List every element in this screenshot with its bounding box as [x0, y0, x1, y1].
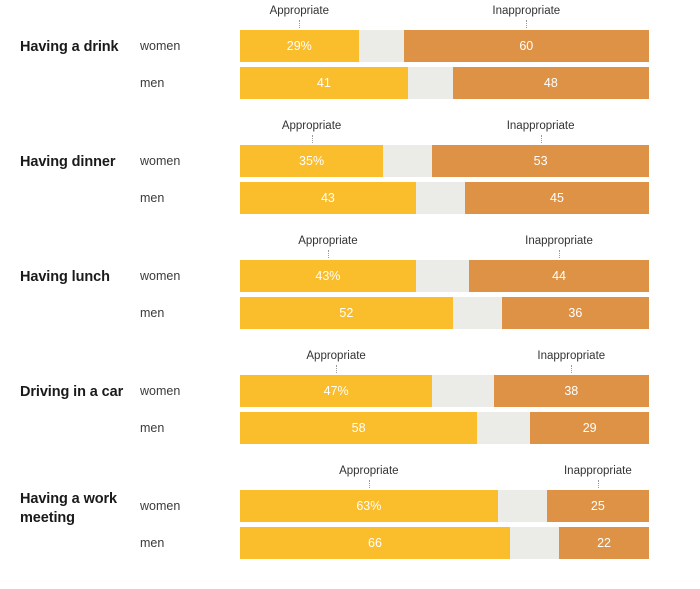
chart-row: women 47% 38 [0, 375, 700, 407]
bar-value-inappropriate: 53 [533, 154, 548, 168]
column-header-appropriate: Appropriate [298, 235, 358, 247]
bar-segment-appropriate: 29% [240, 30, 359, 62]
chart-row: women 63% 25 [0, 490, 700, 522]
series-label: women [140, 269, 181, 283]
bar-value-appropriate: 52 [339, 306, 354, 320]
column-header-appropriate: Appropriate [339, 465, 399, 477]
bar-track: 47% 38 [240, 375, 649, 407]
series-label: men [140, 306, 165, 320]
column-header-tick [526, 20, 528, 28]
chart-row: women 43% 44 [0, 260, 700, 292]
bar-value-inappropriate: 44 [552, 269, 566, 283]
bar-segment-inappropriate: 38 [493, 375, 649, 407]
bar-segment-inappropriate: 22 [559, 527, 649, 559]
bar-value-appropriate: 41 [316, 76, 331, 90]
column-header-tick [571, 365, 573, 373]
series-label: men [140, 421, 165, 435]
column-header-appropriate: Appropriate [306, 350, 366, 362]
bar-segment-inappropriate: 45 [464, 182, 649, 214]
bar-value-appropriate: 63% [356, 499, 382, 513]
column-header-appropriate: Appropriate [269, 5, 330, 17]
bar-segment-inappropriate: 53 [432, 145, 649, 177]
bar-segment-appropriate: 66 [240, 527, 510, 559]
bar-value-inappropriate: 48 [543, 76, 558, 90]
series-label: men [140, 536, 165, 550]
bar-value-inappropriate: 29 [582, 421, 597, 435]
series-label: men [140, 191, 165, 205]
bar-value-inappropriate: 22 [597, 536, 611, 550]
bar-value-inappropriate: 38 [564, 384, 579, 398]
column-header-inappropriate: Inappropriate [506, 120, 575, 132]
bar-track: 63% 25 [240, 490, 649, 522]
bar-value-inappropriate: 60 [519, 39, 534, 53]
bar-value-inappropriate: 25 [590, 499, 605, 513]
column-header-tick [299, 20, 301, 28]
bar-track: 43 45 [240, 182, 649, 214]
bar-segment-appropriate: 41 [240, 67, 408, 99]
column-header-tick [559, 250, 561, 258]
chart-row: men 66 22 [0, 527, 700, 559]
column-header-appropriate: Appropriate [281, 120, 342, 132]
column-header-inappropriate: Inappropriate [563, 465, 632, 477]
chart-group: Having a drink Appropriate Inappropriate wo… [0, 0, 700, 115]
bar-segment-appropriate: 43% [240, 260, 416, 292]
bar-segment-inappropriate: 44 [469, 260, 649, 292]
bar-segment-appropriate: 52 [240, 297, 453, 329]
column-header-tick [311, 135, 314, 143]
chart-group: Having dinner Appropriate Inappropriate wom… [0, 115, 700, 230]
bar-segment-inappropriate: 25 [546, 490, 649, 522]
bar-value-appropriate: 58 [351, 421, 366, 435]
bar-value-appropriate: 29% [286, 39, 312, 53]
column-header-tick [597, 480, 600, 488]
column-header-tick [540, 135, 543, 143]
column-header-tick [336, 365, 338, 373]
bar-segment-appropriate: 43 [240, 182, 416, 214]
series-label: women [140, 384, 181, 398]
chart-group: Having a work meeting Appropriate Inapprop… [0, 460, 700, 575]
bar-value-inappropriate: 45 [550, 191, 564, 205]
bar-track: 29% 60 [240, 30, 649, 62]
bar-segment-appropriate: 47% [240, 375, 433, 407]
bar-segment-appropriate: 58 [240, 412, 478, 444]
column-header-inappropriate: Inappropriate [537, 350, 606, 362]
chart-row: women 35% 53 [0, 145, 700, 177]
series-label: women [140, 39, 181, 53]
bar-track: 35% 53 [240, 145, 649, 177]
bar-value-inappropriate: 36 [568, 306, 583, 320]
column-header-inappropriate: Inappropriate [492, 5, 561, 17]
chart-row: men 43 45 [0, 182, 700, 214]
bar-value-appropriate: 43% [315, 269, 341, 283]
bar-segment-appropriate: 63% [240, 490, 498, 522]
bar-track: 66 22 [240, 527, 649, 559]
chart-group: Having lunch Appropriate Inappropriate wome… [0, 230, 700, 345]
chart-group: Driving in a car Appropriate Inappropriate… [0, 345, 700, 460]
stacked-bar-chart: Having a drink Appropriate Inappropriate wo… [0, 0, 700, 589]
bar-value-appropriate: 43 [320, 191, 335, 205]
series-label: men [140, 76, 165, 90]
bar-segment-inappropriate: 48 [452, 67, 649, 99]
bar-segment-inappropriate: 29 [530, 412, 649, 444]
column-header-tick [327, 250, 330, 258]
series-label: women [140, 499, 181, 513]
bar-value-appropriate: 47% [323, 384, 349, 398]
chart-row: men 52 36 [0, 297, 700, 329]
bar-value-appropriate: 66 [368, 536, 382, 550]
bar-segment-inappropriate: 36 [501, 297, 649, 329]
bar-segment-appropriate: 35% [240, 145, 384, 177]
chart-row: men 41 48 [0, 67, 700, 99]
bar-value-appropriate: 35% [299, 154, 325, 168]
bar-track: 58 29 [240, 412, 649, 444]
bar-track: 52 36 [240, 297, 649, 329]
chart-row: women 29% 60 [0, 30, 700, 62]
series-label: women [140, 154, 181, 168]
bar-segment-inappropriate: 60 [403, 30, 649, 62]
chart-row: men 58 29 [0, 412, 700, 444]
column-header-tick [368, 480, 371, 488]
bar-track: 41 48 [240, 67, 649, 99]
bar-track: 43% 44 [240, 260, 649, 292]
column-header-inappropriate: Inappropriate [525, 235, 593, 247]
